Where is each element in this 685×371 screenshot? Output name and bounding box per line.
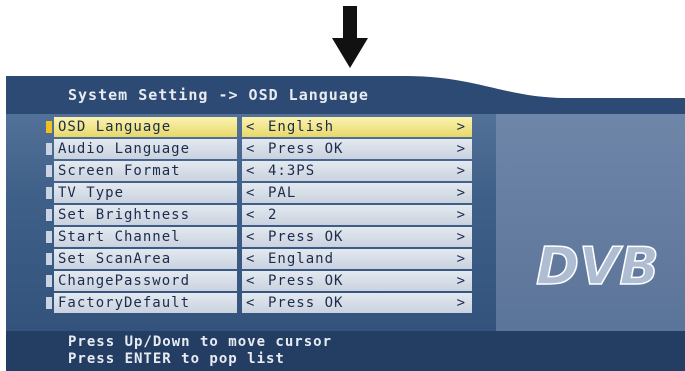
menu-item-label: FactoryDefault	[54, 293, 237, 313]
menu-item-label: Set ScanArea	[54, 249, 237, 269]
right-arrow-icon[interactable]: >	[457, 271, 466, 291]
menu-value-text: 2	[268, 207, 278, 223]
menu-row[interactable]: Screen Format <4:3PS >	[42, 160, 472, 182]
menu-item-value[interactable]: < Press OK >	[242, 227, 472, 247]
menu-value-text: 4:3PS	[268, 163, 316, 179]
right-arrow-icon[interactable]: >	[457, 161, 466, 181]
menu-item-value[interactable]: < English >	[242, 117, 472, 137]
menu-item-value[interactable]: < PAL >	[242, 183, 472, 203]
right-arrow-icon[interactable]: >	[457, 139, 466, 159]
bullet-icon	[46, 143, 52, 155]
left-arrow-icon[interactable]: <	[246, 161, 255, 181]
menu-value-text: English	[268, 119, 335, 135]
menu-item-label: OSD Language	[54, 117, 237, 137]
menu-row[interactable]: TV Type < PAL >	[42, 182, 472, 204]
menu-row[interactable]: Audio Language < Press OK >	[42, 138, 472, 160]
menu-value-text: Press OK	[268, 141, 344, 157]
menu-item-value[interactable]: <2 >	[242, 205, 472, 225]
left-arrow-icon[interactable]: <	[246, 139, 255, 159]
menu-value-text: England	[268, 251, 335, 267]
help-line-2: Press ENTER to pop list	[68, 351, 285, 367]
menu-item-value[interactable]: < Press OK >	[242, 139, 472, 159]
menu-item-label: Set Brightness	[54, 205, 237, 225]
left-arrow-icon[interactable]: <	[246, 271, 255, 291]
down-arrow-icon	[332, 6, 368, 68]
decorative-panel	[496, 114, 685, 339]
menu-item-label: Audio Language	[54, 139, 237, 159]
bullet-icon	[46, 275, 52, 287]
menu-item-value[interactable]: < England >	[242, 249, 472, 269]
menu-item-label: Start Channel	[54, 227, 237, 247]
menu-value-text: PAL	[268, 185, 297, 201]
left-arrow-icon[interactable]: <	[246, 293, 255, 313]
menu-item-value[interactable]: <4:3PS >	[242, 161, 472, 181]
bullet-icon	[46, 165, 52, 177]
left-arrow-icon[interactable]: <	[246, 205, 255, 225]
help-line-1: Press Up/Down to move cursor	[68, 334, 333, 350]
menu-value-text: Press OK	[268, 229, 344, 245]
bullet-icon	[46, 121, 52, 133]
bullet-icon	[46, 253, 52, 265]
menu-row[interactable]: Set ScanArea < England >	[42, 248, 472, 270]
right-arrow-icon[interactable]: >	[457, 117, 466, 137]
menu-row[interactable]: Set Brightness <2 >	[42, 204, 472, 226]
menu-value-text: Press OK	[268, 273, 344, 289]
settings-menu: OSD Language < English > Audio Language < Pres…	[42, 114, 490, 344]
menu-item-value[interactable]: < Press OK >	[242, 271, 472, 291]
menu-item-label: ChangePassword	[54, 271, 237, 291]
bullet-icon	[46, 297, 52, 309]
dvb-logo: DVB	[535, 236, 660, 296]
right-arrow-icon[interactable]: >	[457, 183, 466, 203]
right-arrow-icon[interactable]: >	[457, 249, 466, 269]
menu-item-label: Screen Format	[54, 161, 237, 181]
left-arrow-icon[interactable]: <	[246, 227, 255, 247]
help-bar: Press Up/Down to move cursor Press ENTER…	[6, 331, 685, 371]
menu-row[interactable]: OSD Language < English >	[42, 116, 472, 138]
menu-item-label: TV Type	[54, 183, 237, 203]
logo-text: DVB	[536, 237, 659, 296]
osd-screen: System Setting -> OSD Language DVB OSD L…	[6, 76, 685, 371]
right-arrow-icon[interactable]: >	[457, 205, 466, 225]
menu-row[interactable]: FactoryDefault < Press OK >	[42, 292, 472, 314]
right-arrow-icon[interactable]: >	[457, 293, 466, 313]
left-arrow-icon[interactable]: <	[246, 117, 255, 137]
menu-item-value[interactable]: < Press OK >	[242, 293, 472, 313]
left-arrow-icon[interactable]: <	[246, 249, 255, 269]
page-title: System Setting -> OSD Language	[68, 86, 369, 104]
bullet-icon	[46, 209, 52, 221]
menu-row[interactable]: ChangePassword < Press OK >	[42, 270, 472, 292]
bullet-icon	[46, 231, 52, 243]
right-arrow-icon[interactable]: >	[457, 227, 466, 247]
menu-value-text: Press OK	[268, 295, 344, 311]
bullet-icon	[46, 187, 52, 199]
left-arrow-icon[interactable]: <	[246, 183, 255, 203]
menu-row[interactable]: Start Channel < Press OK >	[42, 226, 472, 248]
